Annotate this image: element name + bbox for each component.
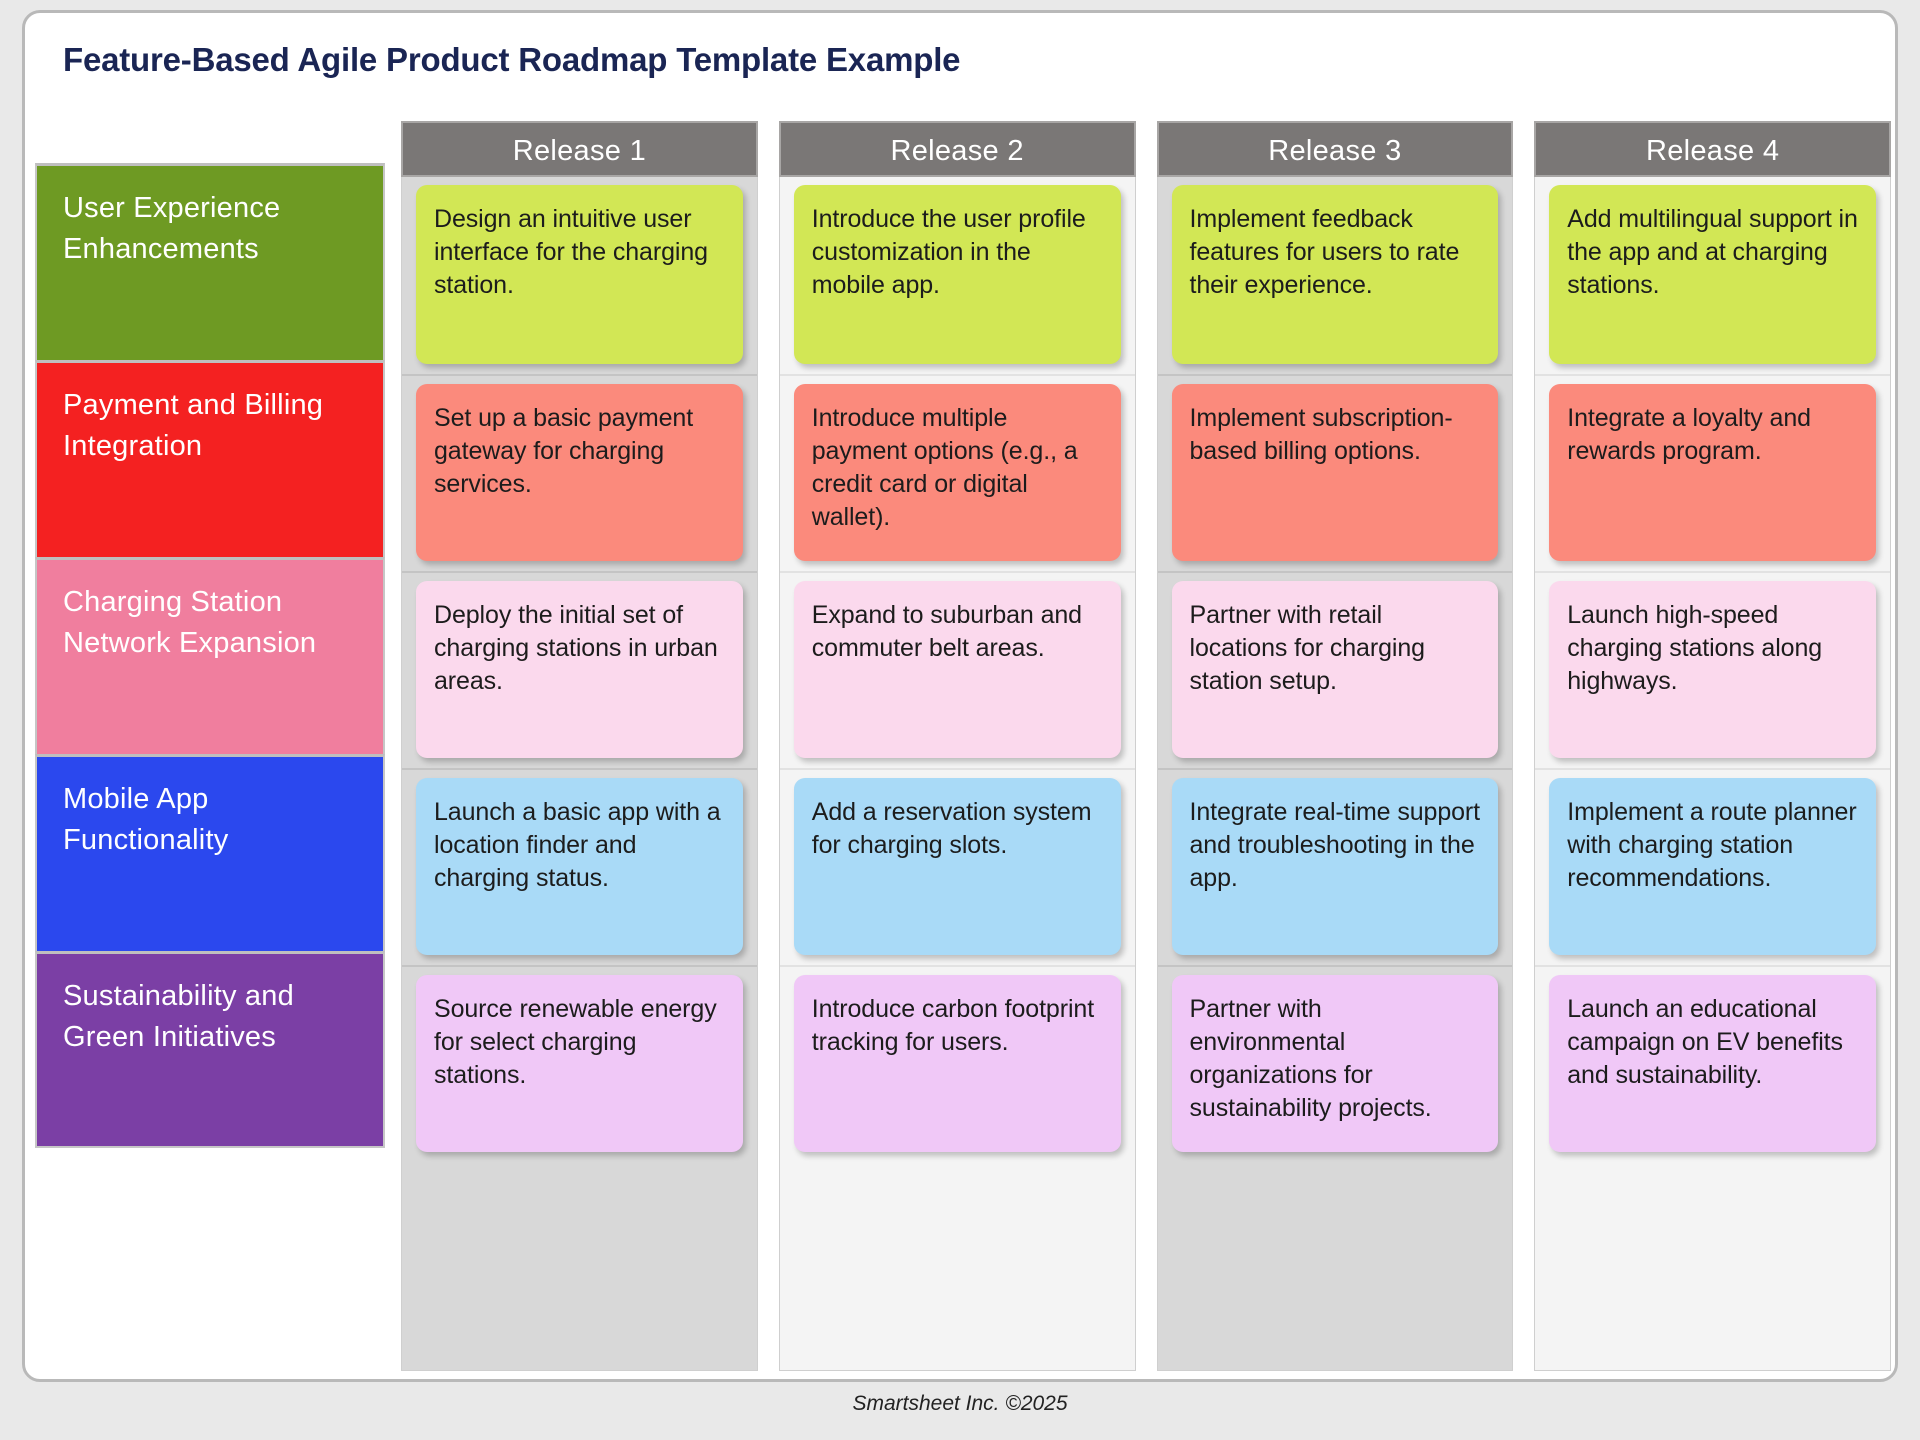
feature-card[interactable]: Introduce carbon footprint tracking for … — [793, 975, 1121, 1152]
row-label-column: User Experience Enhancements Payment and … — [35, 163, 385, 1148]
feature-card[interactable]: Introduce the user profile customization… — [793, 185, 1121, 364]
feature-card[interactable]: Source renewable energy for select charg… — [416, 975, 743, 1152]
cell-r4-c1: Launch a basic app with a location finde… — [402, 768, 757, 965]
cell-r3-c3: Partner with retail locations for chargi… — [1157, 571, 1513, 768]
row-label-text: Mobile App Functionality — [63, 783, 229, 856]
column-header-2[interactable]: Release 2 — [778, 121, 1136, 177]
feature-card[interactable]: Set up a basic payment gateway for charg… — [416, 384, 743, 561]
feature-card[interactable]: Launch a basic app with a location finde… — [416, 778, 743, 955]
cell-r1-c2: Introduce the user profile customization… — [780, 177, 1135, 374]
roadmap-grid: User Experience Enhancements Payment and … — [25, 121, 1895, 1371]
row-label-4: Mobile App Functionality — [35, 754, 385, 951]
row-label-text: Payment and Billing Integration — [63, 389, 324, 462]
feature-card[interactable]: Partner with retail locations for chargi… — [1171, 581, 1499, 758]
feature-card[interactable]: Integrate real-time support and troubles… — [1171, 778, 1499, 955]
row-label-text: User Experience Enhancements — [63, 192, 281, 265]
row-label-text: Charging Station Network Expansion — [63, 586, 317, 659]
feature-card[interactable]: Expand to suburban and commuter belt are… — [793, 581, 1121, 758]
cell-r5-c4: Launch an educational campaign on EV ben… — [1535, 965, 1890, 1162]
cell-r2-c1: Set up a basic payment gateway for charg… — [402, 374, 757, 571]
page-title: Feature-Based Agile Product Roadmap Temp… — [63, 41, 961, 78]
feature-card[interactable]: Add multilingual support in the app and … — [1549, 185, 1876, 364]
feature-card[interactable]: Integrate a loyalty and rewards program. — [1549, 384, 1876, 561]
column-header-3[interactable]: Release 3 — [1156, 121, 1514, 177]
cell-r4-c3: Integrate real-time support and troubles… — [1157, 768, 1513, 965]
cell-r5-c3: Partner with environmental organizations… — [1157, 965, 1513, 1162]
cell-r1-c1: Design an intuitive user interface for t… — [402, 177, 757, 374]
feature-card[interactable]: Launch high-speed charging stations alon… — [1549, 581, 1876, 758]
column-body-2: Introduce the user profile customization… — [778, 177, 1136, 1371]
feature-card[interactable]: Design an intuitive user interface for t… — [416, 185, 743, 364]
feature-card[interactable]: Launch an educational campaign on EV ben… — [1549, 975, 1876, 1152]
feature-card[interactable]: Implement feedback features for users to… — [1171, 185, 1499, 364]
row-label-5: Sustainability and Green Initiatives — [35, 951, 385, 1148]
feature-card[interactable]: Partner with environmental organizations… — [1171, 975, 1499, 1152]
row-label-text: Sustainability and Green Initiatives — [63, 980, 294, 1053]
roadmap-page: Feature-Based Agile Product Roadmap Temp… — [22, 10, 1898, 1382]
cell-r4-c4: Implement a route planner with charging … — [1535, 768, 1890, 965]
cell-r1-c4: Add multilingual support in the app and … — [1535, 177, 1890, 374]
row-label-2: Payment and Billing Integration — [35, 360, 385, 557]
column-body-4: Add multilingual support in the app and … — [1534, 177, 1891, 1371]
cell-r3-c2: Expand to suburban and commuter belt are… — [779, 571, 1135, 768]
feature-card[interactable]: Deploy the initial set of charging stati… — [416, 581, 743, 758]
release-column-4: Release 4 Add multilingual support in the… — [1534, 121, 1891, 1371]
feature-card[interactable]: Introduce multiple payment options (e.g.… — [793, 384, 1121, 561]
column-header-1[interactable]: Release 1 — [401, 121, 758, 177]
release-column-1: Release 1 Design an intuitive user interf… — [401, 121, 758, 1371]
row-label-1: User Experience Enhancements — [35, 163, 385, 360]
cell-r1-c3: Implement feedback features for users to… — [1158, 177, 1513, 374]
column-body-1: Design an intuitive user interface for t… — [401, 177, 758, 1371]
feature-card[interactable]: Implement subscription-based billing opt… — [1171, 384, 1499, 561]
column-body-3: Implement feedback features for users to… — [1156, 177, 1514, 1371]
release-column-2: Release 2 Introduce the user profile cust… — [778, 121, 1136, 1371]
release-columns: Release 1 Design an intuitive user interf… — [401, 121, 1891, 1371]
row-label-3: Charging Station Network Expansion — [35, 557, 385, 754]
cell-r3-c4: Launch high-speed charging stations alon… — [1535, 571, 1890, 768]
column-header-4[interactable]: Release 4 — [1534, 121, 1891, 177]
release-column-3: Release 3 Implement feedback features for… — [1156, 121, 1514, 1371]
cell-r2-c2: Introduce multiple payment options (e.g.… — [779, 374, 1135, 571]
footer-credit: Smartsheet Inc. ©2025 — [852, 1392, 1068, 1415]
feature-card[interactable]: Implement a route planner with charging … — [1549, 778, 1876, 955]
cell-r5-c1: Source renewable energy for select charg… — [402, 965, 757, 1162]
cell-r3-c1: Deploy the initial set of charging stati… — [402, 571, 757, 768]
cell-r4-c2: Add a reservation system for charging sl… — [779, 768, 1135, 965]
cell-r2-c4: Integrate a loyalty and rewards program. — [1535, 374, 1890, 571]
feature-card[interactable]: Add a reservation system for charging sl… — [793, 778, 1121, 955]
cell-r5-c2: Introduce carbon footprint tracking for … — [779, 965, 1135, 1162]
cell-r2-c3: Implement subscription-based billing opt… — [1157, 374, 1513, 571]
